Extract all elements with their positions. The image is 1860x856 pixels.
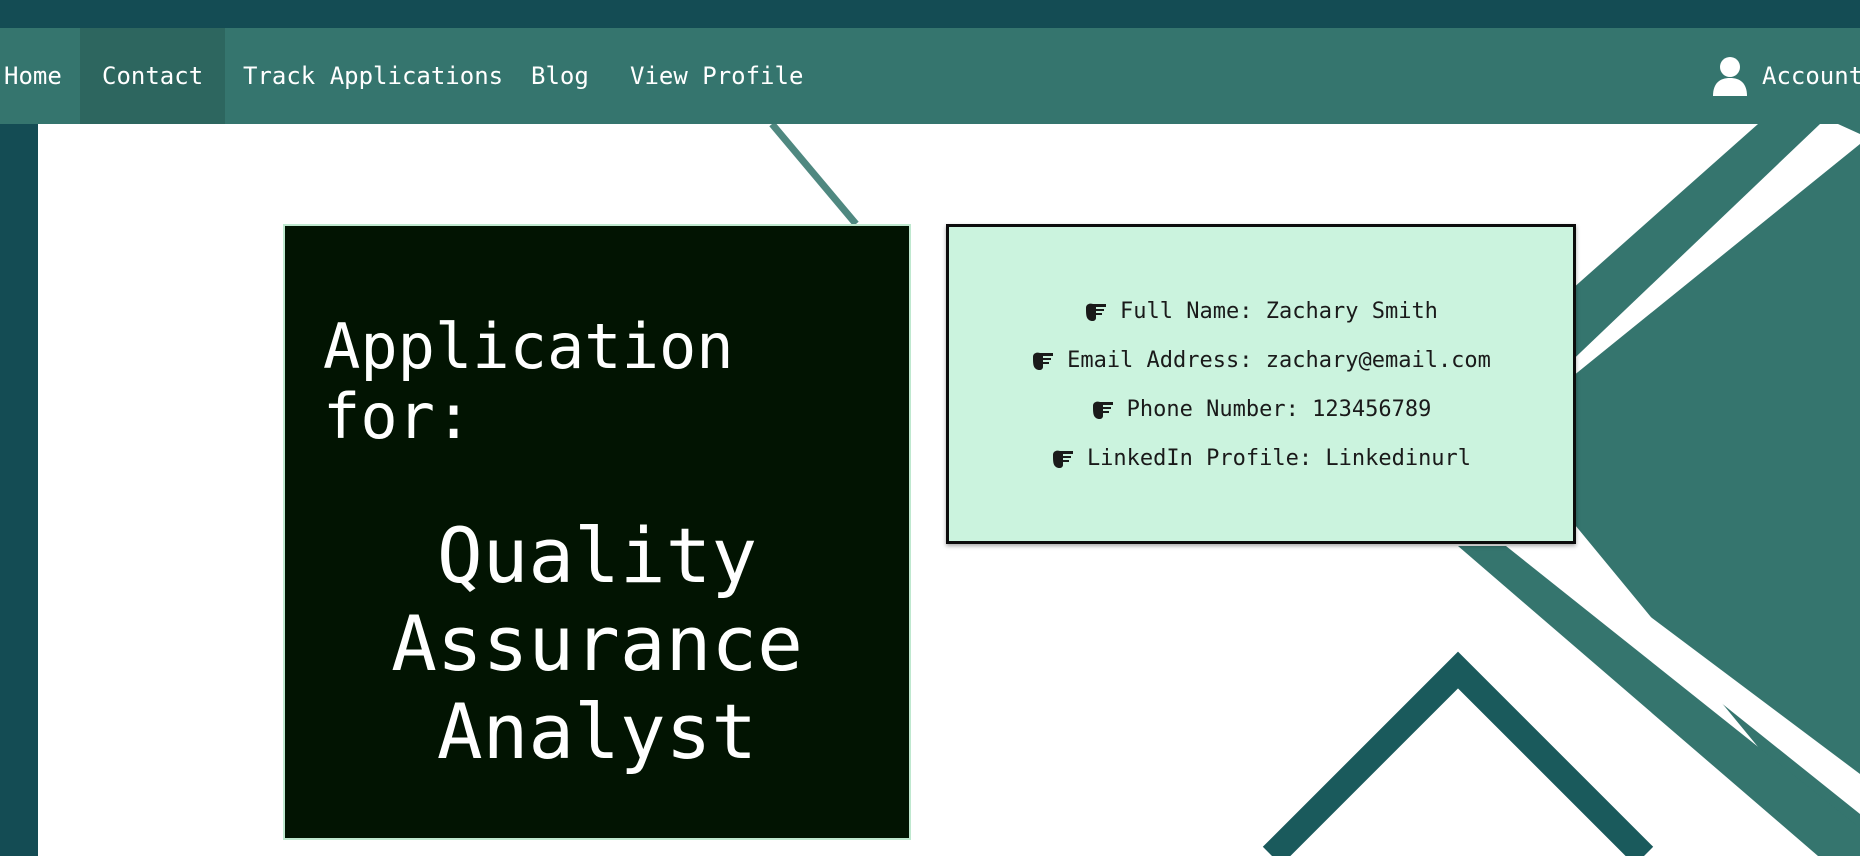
contact-email-text: Email Address: zachary@email.com — [1067, 348, 1491, 373]
nav-home-link[interactable]: Home — [0, 28, 66, 124]
contact-phone: Phone Number: 123456789 — [949, 385, 1573, 434]
top-strip — [0, 0, 1860, 28]
job-title: Quality Assurance Analyst — [391, 511, 803, 776]
contact-full-name-text: Full Name: Zachary Smith — [1120, 299, 1438, 324]
contact-info-card: Full Name: Zachary Smith Email Address: … — [946, 224, 1576, 544]
contact-email: Email Address: zachary@email.com — [949, 336, 1573, 385]
contact-phone-text: Phone Number: 123456789 — [1126, 397, 1432, 422]
user-icon — [1713, 57, 1747, 96]
contact-linkedin: LinkedIn Profile: Linkedinurl — [949, 434, 1573, 483]
nav-view-profile-link[interactable]: View Profile — [630, 28, 803, 124]
nav-blog-link[interactable]: Blog — [531, 28, 589, 124]
account-button[interactable]: Account — [1712, 28, 1860, 124]
contact-linkedin-text: LinkedIn Profile: Linkedinurl — [1086, 446, 1472, 471]
nav-contact-link[interactable]: Contact — [80, 28, 226, 124]
application-title-card: Application for: Quality Assurance Analy… — [283, 224, 911, 840]
background-decoration — [769, 124, 1860, 856]
main-navbar: Home Contact Track Applications Blog Vie… — [0, 28, 1860, 124]
hand-pointer-icon — [1086, 303, 1107, 321]
contact-list: Full Name: Zachary Smith Email Address: … — [949, 287, 1573, 483]
nav-track-applications-link[interactable]: Track Applications — [243, 28, 503, 124]
hand-pointer-icon — [1033, 352, 1054, 370]
account-label: Account — [1762, 62, 1860, 90]
hand-pointer-icon — [1052, 450, 1073, 468]
hand-pointer-icon — [1092, 401, 1113, 419]
contact-full-name: Full Name: Zachary Smith — [949, 287, 1573, 336]
application-for-label: Application for: — [323, 310, 734, 453]
